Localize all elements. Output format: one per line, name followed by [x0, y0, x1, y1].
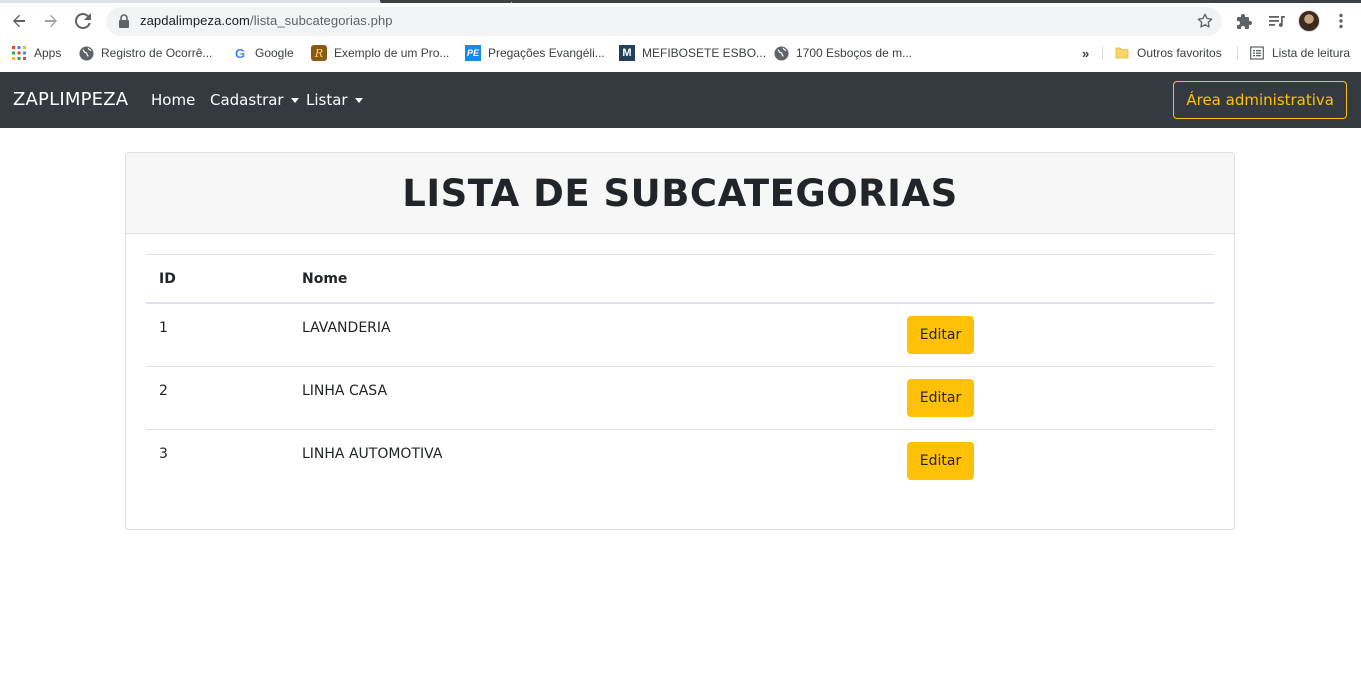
nav-listar-label: Listar	[306, 91, 348, 109]
bookmark-label: Pregações Evangéli...	[488, 46, 605, 60]
kebab-menu-icon	[1339, 13, 1343, 29]
bookmark-label: Apps	[34, 46, 62, 60]
reading-list-icon	[1249, 45, 1265, 61]
edit-button[interactable]: Editar	[907, 316, 974, 354]
admin-area-button[interactable]: Área administrativa	[1173, 81, 1347, 119]
cell-id: 3	[159, 446, 168, 462]
reload-button[interactable]	[70, 8, 96, 34]
edit-button[interactable]: Editar	[907, 442, 974, 480]
table-row: 2 LINHA CASA Editar	[146, 367, 1214, 430]
pe-logo-icon: PE	[465, 45, 481, 61]
brand-logo[interactable]: ZAPLIMPEZA	[13, 89, 128, 110]
lock-icon	[119, 14, 129, 28]
bookmark-label: Exemplo de um Pro...	[334, 46, 450, 60]
r-logo-icon: R	[311, 45, 327, 61]
bookmark-label: Registro de Ocorrê...	[101, 46, 213, 60]
caret-down-icon	[354, 98, 363, 103]
back-button[interactable]	[6, 8, 32, 34]
nav-home-label: Home	[151, 91, 196, 109]
url-text: zapdalimpeza.com/lista_subcategorias.php	[140, 13, 393, 28]
tab-strip-left	[0, 0, 380, 3]
m-logo-icon: M	[619, 45, 635, 61]
cell-name: LAVANDERIA	[302, 320, 391, 336]
column-header-name: Nome	[302, 271, 348, 287]
bookmark-google[interactable]: G Google	[232, 44, 294, 62]
bookmark-mefibosete[interactable]: M MEFIBOSETE ESBO...	[619, 44, 766, 62]
bookmark-apps[interactable]: Apps	[11, 44, 61, 62]
bookmark-exemplo[interactable]: R Exemplo de um Pro...	[311, 44, 449, 62]
apps-grid-icon	[11, 45, 27, 61]
nav-home[interactable]: Home	[151, 91, 195, 109]
bookmark-label: MEFIBOSETE ESBO...	[642, 46, 767, 60]
bookmark-label: Outros favoritos	[1137, 46, 1222, 60]
cell-id: 2	[159, 383, 168, 399]
bookmark-divider	[1102, 46, 1103, 60]
back-arrow-icon	[13, 14, 25, 28]
bookmark-divider	[1237, 46, 1238, 60]
cell-id: 1	[159, 320, 168, 336]
reading-list-button[interactable]: Lista de leitura	[1249, 44, 1350, 62]
bookmark-label: Google	[255, 46, 294, 60]
bookmarks-bar: Apps Registro de Ocorrê... G Google R Ex…	[0, 38, 1361, 68]
subcategories-card: LISTA DE SUBCATEGORIAS ID Nome 1 LAVANDE…	[125, 152, 1235, 530]
playlist-icon	[1269, 16, 1285, 27]
table-header-row: ID Nome	[146, 255, 1214, 304]
table-row: 1 LAVANDERIA Editar	[146, 304, 1214, 367]
bookmark-1700[interactable]: 1700 Esboços de m...	[773, 44, 912, 62]
table-row: 3 LINHA AUTOMOTIVA Editar	[146, 430, 1214, 493]
nav-cadastrar-label: Cadastrar	[210, 91, 284, 109]
folder-icon	[1114, 45, 1130, 61]
media-control-button[interactable]	[1264, 8, 1290, 34]
column-header-id: ID	[159, 271, 176, 287]
avatar	[1298, 10, 1320, 32]
google-icon: G	[234, 45, 246, 61]
forward-arrow-icon	[45, 14, 57, 28]
address-bar[interactable]: zapdalimpeza.com/lista_subcategorias.php	[106, 7, 1222, 36]
card-header: LISTA DE SUBCATEGORIAS	[126, 153, 1234, 234]
cell-name: LINHA AUTOMOTIVA	[302, 446, 443, 462]
bookmark-registro[interactable]: Registro de Ocorrê...	[78, 44, 212, 62]
profile-button[interactable]	[1296, 8, 1322, 34]
bookmark-label: Lista de leitura	[1272, 46, 1351, 60]
extensions-button[interactable]	[1232, 8, 1258, 34]
nav-listar-dropdown[interactable]: Listar	[306, 91, 363, 109]
browser-toolbar: zapdalimpeza.com/lista_subcategorias.php	[0, 4, 1361, 38]
puzzle-icon	[1237, 14, 1252, 29]
bookmark-outros-favoritos[interactable]: Outros favoritos	[1114, 44, 1222, 62]
globe-icon	[78, 45, 94, 61]
edit-button[interactable]: Editar	[907, 379, 974, 417]
more-bookmarks-button[interactable]: »	[1082, 44, 1089, 62]
menu-button[interactable]	[1328, 8, 1354, 34]
site-navbar: ZAPLIMPEZA Home Cadastrar Listar Área ad…	[0, 72, 1361, 128]
globe-icon	[773, 45, 789, 61]
reload-icon	[75, 13, 91, 29]
active-tab[interactable]	[380, 0, 512, 3]
bookmark-pregacoes[interactable]: PE Pregações Evangéli...	[465, 44, 605, 62]
chevron-double-right-icon: »	[1082, 45, 1090, 61]
bookmark-star-icon[interactable]	[1196, 12, 1214, 30]
cell-name: LINHA CASA	[302, 383, 388, 399]
caret-down-icon	[290, 98, 299, 103]
page-title: LISTA DE SUBCATEGORIAS	[402, 171, 958, 215]
forward-button[interactable]	[38, 8, 64, 34]
bookmark-label: 1700 Esboços de m...	[796, 46, 913, 60]
tab-strip-right	[512, 0, 1361, 3]
nav-cadastrar-dropdown[interactable]: Cadastrar	[210, 91, 299, 109]
subcategories-table: ID Nome 1 LAVANDERIA Editar 2 LINHA CASA…	[146, 254, 1214, 493]
